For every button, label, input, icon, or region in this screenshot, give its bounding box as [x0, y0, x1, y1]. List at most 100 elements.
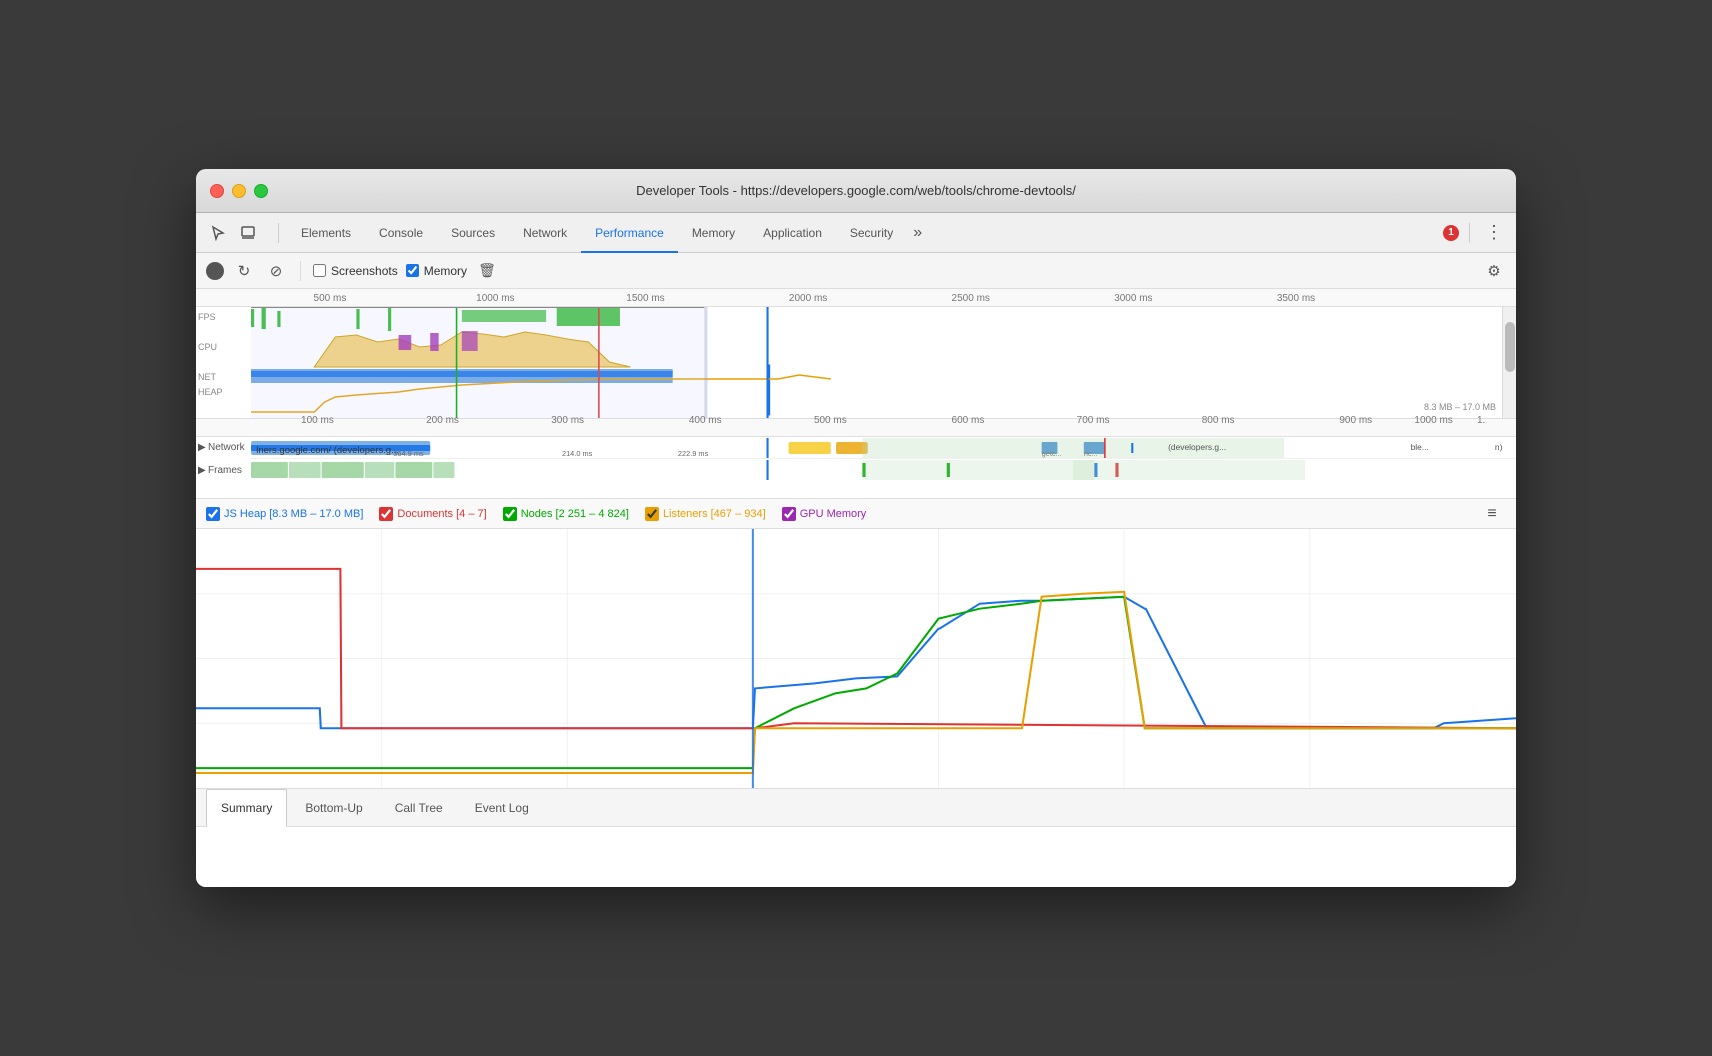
tab-call-tree[interactable]: Call Tree — [381, 789, 457, 827]
scrollbar-thumb[interactable] — [1505, 322, 1515, 372]
reload-button[interactable]: ↻ — [232, 259, 256, 283]
timeline-detail-area: 100 ms 200 ms 300 ms 400 ms 500 ms 600 m… — [196, 419, 1516, 499]
network-bars-svg: lners.google.com/ (developers.g... 364.9… — [251, 438, 1516, 458]
toolbar-right: 1 ⋮ — [1443, 220, 1508, 246]
listeners-label: Listeners [467 – 934] — [663, 508, 766, 520]
tab-bottom-up[interactable]: Bottom-Up — [291, 789, 376, 827]
top-ruler: 500 ms 1000 ms 1500 ms 2000 ms 2500 ms 3… — [196, 289, 1516, 307]
tab-bar: Elements Console Sources Network Perform… — [287, 213, 928, 253]
ruler-label-500: 500 ms — [314, 293, 347, 304]
bottom-ruler-600: 600 ms — [952, 415, 985, 426]
listeners-checkbox[interactable] — [645, 507, 659, 521]
tab-console[interactable]: Console — [365, 213, 437, 253]
inspect-button[interactable] — [234, 220, 262, 246]
record-button[interactable] — [206, 262, 224, 280]
tab-application[interactable]: Application — [749, 213, 836, 253]
tab-memory[interactable]: Memory — [678, 213, 749, 253]
tab-security[interactable]: Security — [836, 213, 907, 253]
ctrl-separator-1 — [300, 261, 301, 281]
tab-sources[interactable]: Sources — [437, 213, 509, 253]
overview-chart-svg — [251, 307, 1516, 419]
ruler-label-3500: 3500 ms — [1277, 293, 1315, 304]
tab-performance[interactable]: Performance — [581, 213, 678, 253]
timeline-top-area: 500 ms 1000 ms 1500 ms 2000 ms 2500 ms 3… — [196, 289, 1516, 419]
bottom-ruler-1dot: 1. — [1477, 415, 1485, 426]
settings-button[interactable]: ⚙ — [1482, 259, 1506, 283]
legend-listeners: Listeners [467 – 934] — [645, 507, 766, 521]
documents-label: Documents [4 – 7] — [397, 508, 486, 520]
documents-checkbox[interactable] — [379, 507, 393, 521]
main-toolbar: Elements Console Sources Network Perform… — [196, 213, 1516, 253]
inspect-icon — [240, 225, 256, 241]
bottom-ruler-800: 800 ms — [1202, 415, 1235, 426]
more-tabs-button[interactable]: » — [907, 213, 928, 253]
svg-text:214.0 ms: 214.0 ms — [562, 449, 593, 458]
fps-label: FPS — [198, 312, 216, 322]
trash-button[interactable]: 🗑 — [475, 259, 499, 283]
nodes-checkbox[interactable] — [503, 507, 517, 521]
legend-js-heap: JS Heap [8.3 MB – 17.0 MB] — [206, 507, 363, 521]
timeline-overview: 500 ms 1000 ms 1500 ms 2000 ms 2500 ms 3… — [196, 289, 1516, 499]
toolbar-separator-1 — [278, 223, 279, 243]
close-button[interactable] — [210, 184, 224, 198]
window-title: Developer Tools - https://developers.goo… — [636, 183, 1076, 198]
memory-chart-svg — [196, 529, 1516, 788]
detail-rows: ▶ Network lners.google.com/ (developers.… — [196, 437, 1516, 499]
network-row: ▶ Network lners.google.com/ (developers.… — [251, 437, 1516, 459]
tab-network[interactable]: Network — [509, 213, 581, 253]
memory-chart — [196, 529, 1516, 789]
titlebar: Developer Tools - https://developers.goo… — [196, 169, 1516, 213]
bottom-ruler-200: 200 ms — [426, 415, 459, 426]
ruler-label-3000: 3000 ms — [1114, 293, 1152, 304]
screenshots-checkbox[interactable] — [313, 264, 326, 277]
controls-bar: ↻ ⊘ Screenshots Memory 🗑 ⚙ — [196, 253, 1516, 289]
cpu-label: CPU — [198, 342, 217, 352]
bottom-tab-bar: Summary Bottom-Up Call Tree Event Log — [196, 789, 1516, 827]
network-row-label: Network — [208, 442, 245, 453]
devtools-window: Developer Tools - https://developers.goo… — [196, 169, 1516, 887]
bottom-ruler-300: 300 ms — [551, 415, 584, 426]
bottom-ruler-700: 700 ms — [1077, 415, 1110, 426]
legend-menu-button[interactable]: ≡ — [1478, 501, 1506, 527]
memory-checkbox-label[interactable]: Memory — [406, 264, 467, 278]
bottom-ruler-400: 400 ms — [689, 415, 722, 426]
legend-menu: ≡ — [1478, 501, 1506, 527]
svg-text:222.9 ms: 222.9 ms — [678, 449, 709, 458]
ruler-label-2500: 2500 ms — [952, 293, 990, 304]
memory-label: Memory — [424, 264, 467, 278]
traffic-lights — [210, 184, 268, 198]
tab-elements[interactable]: Elements — [287, 213, 365, 253]
js-heap-checkbox[interactable] — [206, 507, 220, 521]
heap-label: HEAP — [198, 387, 223, 397]
error-count-badge: 1 — [1443, 225, 1459, 241]
legend-gpu-memory: GPU Memory — [782, 507, 867, 521]
cursor-tool-button[interactable] — [204, 220, 232, 246]
devtools-menu-button[interactable]: ⋮ — [1480, 220, 1508, 246]
metric-rows: FPS CPU NET HEAP 8.3 MB – 17.0 MB — [196, 307, 1516, 419]
memory-checkbox[interactable] — [406, 264, 419, 277]
js-heap-label: JS Heap [8.3 MB – 17.0 MB] — [224, 508, 363, 520]
overview-scrollbar[interactable] — [1502, 307, 1516, 419]
tool-icons — [204, 220, 262, 246]
bottom-ruler-1000: 1000 ms — [1414, 415, 1452, 426]
svg-text:(developers.g...: (developers.g... — [1168, 443, 1226, 452]
clear-button[interactable]: ⊘ — [264, 259, 288, 283]
minimize-button[interactable] — [232, 184, 246, 198]
svg-text:364.9 ms: 364.9 ms — [393, 449, 424, 458]
ruler-label-1000: 1000 ms — [476, 293, 514, 304]
memory-legend: JS Heap [8.3 MB – 17.0 MB] Documents [4 … — [196, 499, 1516, 529]
summary-content — [196, 827, 1516, 887]
tab-summary[interactable]: Summary — [206, 789, 287, 827]
cursor-icon — [210, 225, 226, 241]
frames-svg — [251, 460, 1516, 480]
ruler-label-1500: 1500 ms — [626, 293, 664, 304]
maximize-button[interactable] — [254, 184, 268, 198]
screenshots-checkbox-label[interactable]: Screenshots — [313, 264, 398, 278]
nodes-label: Nodes [2 251 – 4 824] — [521, 508, 629, 520]
tab-event-log[interactable]: Event Log — [461, 789, 543, 827]
error-badge[interactable]: 1 — [1443, 225, 1459, 241]
svg-text:lners.google.com/ (developers.: lners.google.com/ (developers.g... — [256, 445, 399, 455]
legend-nodes: Nodes [2 251 – 4 824] — [503, 507, 629, 521]
svg-text:n): n) — [1495, 443, 1503, 452]
gpu-memory-checkbox[interactable] — [782, 507, 796, 521]
